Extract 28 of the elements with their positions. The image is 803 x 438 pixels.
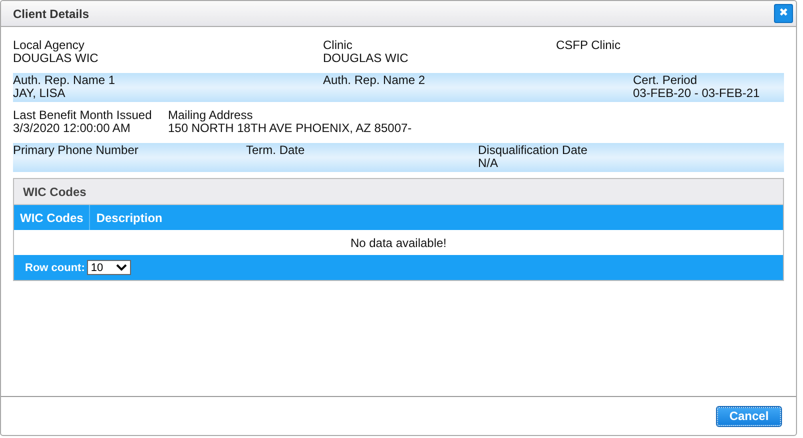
empty-message: No data available! xyxy=(350,236,447,250)
field-value: 03-FEB-20 - 03-FEB-21 xyxy=(633,87,761,100)
field-label: Auth. Rep. Name 1 xyxy=(13,74,116,87)
column-header[interactable]: Description xyxy=(90,205,168,230)
close-button[interactable]: ✖ xyxy=(774,4,793,23)
field-value: DOUGLAS WIC xyxy=(323,52,410,65)
field-label: Clinic xyxy=(323,39,354,52)
field-label: Primary Phone Number xyxy=(13,144,140,157)
column-header[interactable]: WIC Codes xyxy=(14,205,90,230)
field-value: DOUGLAS WIC xyxy=(13,52,100,65)
field-value: JAY, LISA xyxy=(13,87,66,100)
field-value: 150 NORTH 18TH AVE PHOENIX, AZ 85007- xyxy=(168,122,413,135)
row-count-label: Row count: xyxy=(25,262,85,274)
field-label: Mailing Address xyxy=(168,109,254,122)
field-label: CSFP Clinic xyxy=(556,39,622,52)
field-label: Term. Date xyxy=(246,144,306,157)
chevron-down-icon xyxy=(116,264,127,271)
field-label: Disqualification Date xyxy=(478,144,588,157)
field-label: Auth. Rep. Name 2 xyxy=(323,74,426,87)
field-label: Last Benefit Month Issued xyxy=(13,109,153,122)
field-label: Local Agency xyxy=(13,39,86,52)
dialog-title: Client Details xyxy=(13,6,90,20)
field-label: Cert. Period xyxy=(633,74,698,87)
cancel-button[interactable]: Cancel xyxy=(717,406,781,426)
panel-title: WIC Codes xyxy=(23,184,86,198)
row-count-select[interactable]: 10 xyxy=(86,260,131,275)
field-value: N/A xyxy=(478,157,498,170)
field-value: 3/3/2020 12:00:00 AM xyxy=(13,122,132,135)
